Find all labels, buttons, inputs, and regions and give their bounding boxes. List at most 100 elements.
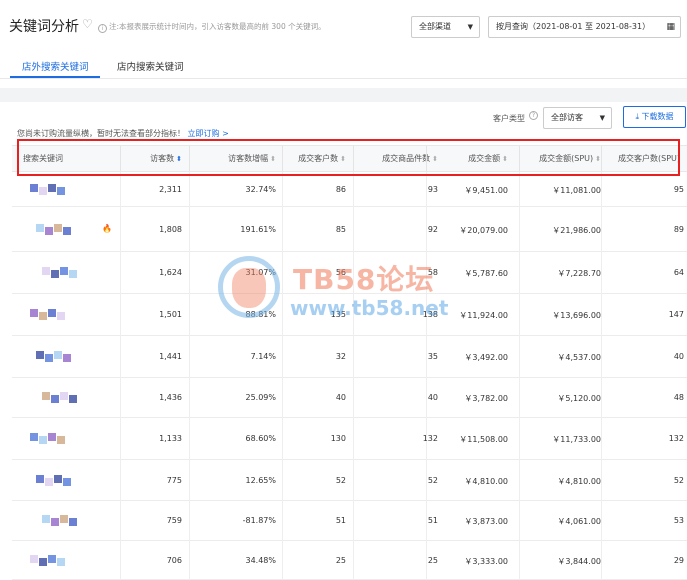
column-divider <box>282 252 283 294</box>
column-divider <box>189 541 190 580</box>
cell-visitors: 1,441 <box>159 352 182 361</box>
redacted-keyword-block <box>57 187 65 195</box>
column-divider <box>120 418 121 460</box>
column-divider <box>189 252 190 294</box>
cell-amount-spu: ￥4,537.00 <box>557 353 601 362</box>
redacted-keyword-block <box>54 351 62 359</box>
redacted-keyword-block <box>69 270 77 278</box>
redacted-keyword-block <box>51 518 59 526</box>
customer-type-select[interactable]: 全部访客 ▼ <box>543 107 612 129</box>
cell-customers: 86 <box>335 185 346 194</box>
subscription-warning: 您尚未订购流量纵横，暂时无法查看部分指标！ 立即订购 > <box>17 128 229 139</box>
cell-amount: ￥9,451.00 <box>464 186 508 195</box>
date-range-value: 按月查询（2021-08-01 至 2021-08-31） <box>496 22 651 31</box>
cell-customers: 32 <box>335 352 346 361</box>
tab-internal-keywords[interactable]: 店内搜索关键词 <box>117 59 184 73</box>
redacted-keyword-block <box>48 433 56 441</box>
caret-down-icon: ▼ <box>467 23 473 31</box>
table-row[interactable]: 759 -81.87% 51 51 ￥3,873.00 ￥4,061.00 53 <box>12 501 687 541</box>
column-divider <box>120 207 121 252</box>
date-range-select[interactable]: 按月查询（2021-08-01 至 2021-08-31） ▦ <box>488 16 681 38</box>
cell-growth: 25.09% <box>245 393 276 402</box>
column-divider <box>601 336 602 378</box>
table-row[interactable]: 775 12.65% 52 52 ￥4,810.00 ￥4,810.00 52 <box>12 460 687 501</box>
cell-customers-spu: 64 <box>673 268 684 277</box>
cell-growth: 12.65% <box>245 476 276 485</box>
cell-items: 25 <box>427 556 438 565</box>
column-divider <box>519 460 520 501</box>
cell-visitors: 759 <box>166 516 182 525</box>
cell-customers-spu: 147 <box>668 310 684 319</box>
cell-amount-spu: ￥4,061.00 <box>557 517 601 526</box>
column-divider <box>601 378 602 418</box>
cell-items: 92 <box>427 225 438 234</box>
watermark-title: TB58论坛 <box>293 263 435 296</box>
column-divider <box>189 501 190 541</box>
table-row[interactable]: 🔥 1,808 191.61% 85 92 ￥20,079.00 ￥21,986.00 89 <box>12 207 687 252</box>
help-icon[interactable]: ? <box>529 111 538 120</box>
download-button[interactable]: ⤓ 下载数据 <box>623 106 686 128</box>
info-icon: i <box>98 24 107 33</box>
cell-customers-spu: 53 <box>673 516 684 525</box>
column-divider <box>519 336 520 378</box>
favorite-heart-icon[interactable]: ♡ <box>82 17 93 31</box>
column-divider <box>282 378 283 418</box>
cell-items: 35 <box>427 352 438 361</box>
cell-items: 51 <box>427 516 438 525</box>
channel-select[interactable]: 全部渠道 ▼ <box>411 16 480 38</box>
column-divider <box>353 418 354 460</box>
cell-amount: ￥11,924.00 <box>459 311 508 320</box>
column-divider <box>601 172 602 207</box>
watermark-hand-icon <box>232 268 266 308</box>
warning-text: 您尚未订购流量纵横，暂时无法查看部分指标！ <box>17 129 185 138</box>
highlight-box <box>17 139 680 176</box>
cell-amount-spu: ￥21,986.00 <box>552 226 601 235</box>
subscribe-link[interactable]: 立即订购 > <box>188 129 229 138</box>
column-divider <box>519 294 520 336</box>
cell-customers-spu: 95 <box>673 185 684 194</box>
redacted-keyword-block <box>36 475 44 483</box>
redacted-keyword-block <box>39 312 47 320</box>
column-divider <box>282 207 283 252</box>
column-divider <box>519 378 520 418</box>
redacted-keyword-block <box>39 558 47 566</box>
column-divider <box>353 207 354 252</box>
cell-customers: 51 <box>335 516 346 525</box>
cell-growth: 68.60% <box>245 434 276 443</box>
cell-customers: 52 <box>335 476 346 485</box>
column-divider <box>189 418 190 460</box>
redacted-keyword-block <box>63 478 71 486</box>
column-divider <box>601 294 602 336</box>
cell-items: 40 <box>427 393 438 402</box>
column-divider <box>120 294 121 336</box>
table-row[interactable]: 706 34.48% 25 25 ￥3,333.00 ￥3,844.00 29 <box>12 541 687 580</box>
cell-customers-spu: 89 <box>673 225 684 234</box>
redacted-keyword-block <box>63 354 71 362</box>
column-divider <box>282 294 283 336</box>
redacted-keyword-block <box>48 555 56 563</box>
cell-amount-spu: ￥3,844.00 <box>557 557 601 566</box>
table-row[interactable]: 1,436 25.09% 40 40 ￥3,782.00 ￥5,120.00 48 <box>12 378 687 418</box>
cell-customers-spu: 132 <box>668 434 684 443</box>
cell-visitors: 2,311 <box>159 185 182 194</box>
cell-visitors: 1,436 <box>159 393 182 402</box>
redacted-keyword-block <box>36 351 44 359</box>
redacted-keyword-block <box>54 475 62 483</box>
cell-customers: 85 <box>335 225 346 234</box>
cell-visitors: 1,624 <box>159 268 182 277</box>
redacted-keyword-block <box>30 309 38 317</box>
customer-type-value: 全部访客 <box>551 113 583 122</box>
redacted-keyword-block <box>39 187 47 195</box>
tab-external-keywords[interactable]: 店外搜索关键词 <box>22 59 89 73</box>
redacted-keyword-block <box>48 309 56 317</box>
column-divider <box>353 460 354 501</box>
cell-growth: 32.74% <box>245 185 276 194</box>
table-row[interactable]: 2,311 32.74% 86 93 ￥9,451.00 ￥11,081.00 95 <box>12 172 687 207</box>
cell-items: 132 <box>422 434 438 443</box>
redacted-keyword-block <box>42 515 50 523</box>
cell-growth: -81.87% <box>242 516 276 525</box>
table-row[interactable]: 1,133 68.60% 130 132 ￥11,508.00 ￥11,733.00 132 <box>12 418 687 460</box>
column-divider <box>601 207 602 252</box>
table-row[interactable]: 1,441 7.14% 32 35 ￥3,492.00 ￥4,537.00 40 <box>12 336 687 378</box>
column-divider <box>189 207 190 252</box>
